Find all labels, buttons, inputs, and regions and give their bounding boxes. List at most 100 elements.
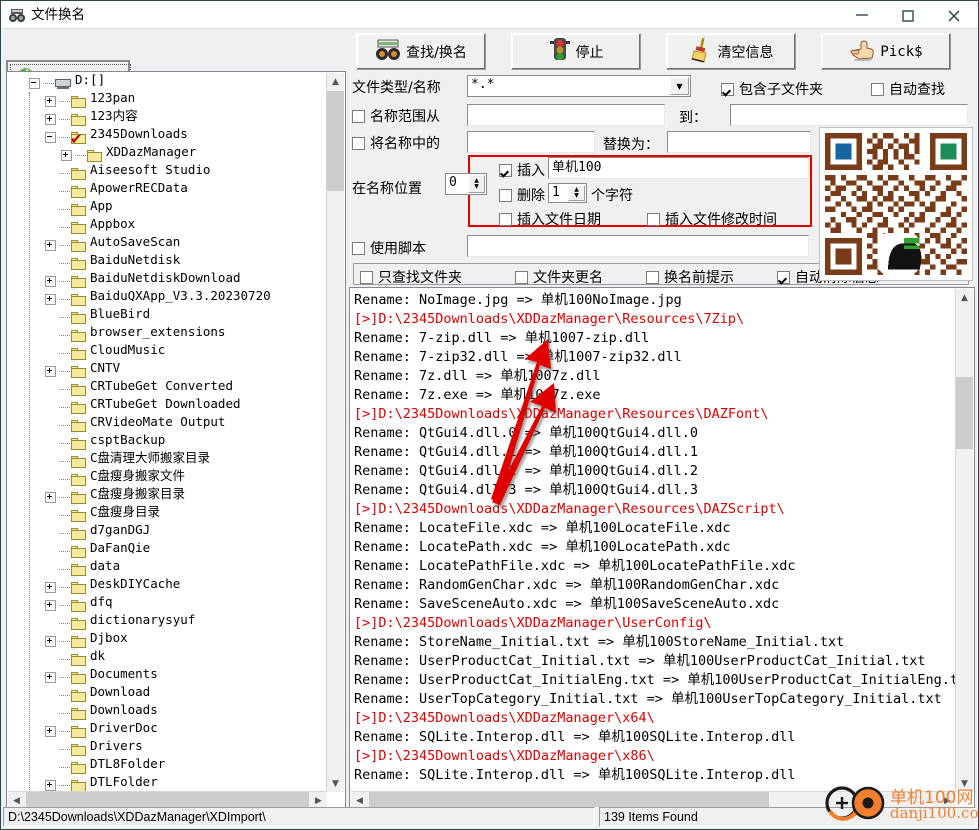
use-script-checkbox[interactable]: 使用脚本	[352, 238, 426, 258]
folder-icon	[71, 401, 86, 414]
name-range-from-input[interactable]	[467, 104, 665, 126]
folder-icon	[71, 113, 86, 126]
tree-row[interactable]: DTL8Folder	[7, 756, 327, 776]
tree-scroll-down-arrow[interactable]: ▼	[327, 775, 344, 792]
pick-button[interactable]: Pick$	[821, 33, 951, 70]
spinner-arrows-icon[interactable]: ▲ ▼	[468, 175, 485, 193]
include-subfolders-checkbox[interactable]: 包含子文件夹	[721, 79, 823, 99]
replace-in-name-input[interactable]	[467, 131, 595, 153]
rename-log-panel[interactable]: Rename: NoImage.jpg => 单机100NoImage.jpg …	[349, 287, 975, 811]
folder-icon	[71, 689, 86, 702]
tree-row-label: Download	[90, 684, 151, 699]
insert-checkbox[interactable]: 插入	[499, 160, 545, 180]
auto-find-checkbox[interactable]: 自动查找	[871, 79, 945, 99]
tree-row-label: 123pan	[90, 90, 136, 105]
expand-icon[interactable]	[45, 636, 56, 647]
tree-row[interactable]: DriverDoc	[7, 720, 327, 740]
find-rename-button[interactable]: 查找/换名	[356, 33, 486, 70]
only-find-folders-checkbox[interactable]: 只查找文件夹	[360, 267, 462, 287]
drive-icon	[55, 78, 71, 90]
expand-icon[interactable]	[45, 276, 56, 287]
collapse-icon[interactable]	[45, 132, 56, 143]
folder-tree-panel[interactable]: D:[] 123pan 123内容 ✔ 2345Downloads XDDazManage…	[6, 71, 346, 811]
tree-row[interactable]: browser_extensions	[7, 324, 327, 344]
checkbox-box	[352, 136, 365, 150]
tree-row[interactable]: DeskDIYCache	[7, 576, 327, 596]
spinner-arrows-icon[interactable]: ▲ ▼	[568, 185, 585, 201]
folder-tree[interactable]: D:[] 123pan 123内容 ✔ 2345Downloads XDDazManage…	[7, 72, 327, 810]
checkbox-box	[721, 82, 734, 96]
tree-row[interactable]: DaFanQie	[7, 540, 327, 560]
tree-row-label: DTL8Folder	[90, 756, 166, 771]
tree-row[interactable]: dictionarysyuf	[7, 612, 327, 632]
insert-text-input[interactable]: 单机100	[548, 157, 809, 179]
tree-row[interactable]: 123pan	[7, 90, 327, 110]
delete-label: 删除	[517, 188, 545, 204]
tree-vertical-scrollbar[interactable]: ▲ ▼	[326, 73, 344, 792]
find-rename-label: 查找/换名	[406, 44, 467, 61]
folder-icon	[71, 437, 86, 450]
tree-row[interactable]: C盘瘦身搬家目录	[7, 486, 327, 506]
use-script-input[interactable]	[467, 235, 809, 257]
tree-scroll-up-arrow[interactable]: ▲	[327, 73, 344, 90]
tree-row-root[interactable]: D:[]	[7, 72, 327, 92]
expand-icon[interactable]	[45, 114, 56, 125]
chevron-down-icon[interactable]: ▼	[670, 77, 689, 95]
tree-row[interactable]: Drivers	[7, 738, 327, 758]
folder-icon	[71, 599, 86, 612]
tree-scroll-thumb[interactable]	[327, 91, 344, 191]
stop-button[interactable]: 停止	[511, 33, 641, 70]
tree-row[interactable]: BaiduQXApp_V3.3.20230720	[7, 288, 327, 308]
tree-row[interactable]: App	[7, 198, 327, 218]
folder-icon	[71, 365, 86, 378]
tree-row[interactable]: C盘瘦身目录	[7, 504, 327, 524]
log-vertical-scrollbar[interactable]: ▲ ▼	[955, 289, 973, 792]
tree-row-label: Appbox	[90, 216, 136, 231]
tree-row[interactable]: Download	[7, 684, 327, 704]
insert-file-date-checkbox[interactable]: 插入文件日期	[499, 209, 601, 229]
tree-row[interactable]: dk	[7, 648, 327, 668]
expand-icon[interactable]	[45, 96, 56, 107]
insert-file-mtime-checkbox[interactable]: 插入文件修改时间	[647, 209, 777, 229]
replace-in-name-checkbox[interactable]: 将名称中的	[352, 133, 440, 153]
qr-code-image	[819, 127, 973, 281]
name-range-from-checkbox[interactable]: 名称范围从	[352, 106, 440, 126]
tree-row[interactable]: Documents	[7, 666, 327, 686]
prompt-before-rename-checkbox[interactable]: 换名前提示	[646, 267, 734, 287]
maximize-button[interactable]	[886, 1, 932, 28]
folder-rename-checkbox[interactable]: 文件夹更名	[515, 267, 603, 287]
expand-icon[interactable]	[61, 150, 72, 161]
expand-icon[interactable]	[45, 492, 56, 503]
expand-icon[interactable]	[45, 294, 56, 305]
tree-row[interactable]: Djbox	[7, 630, 327, 650]
tree-row[interactable]: CRVideoMate Output	[7, 414, 327, 434]
tree-row[interactable]: Downloads	[7, 702, 327, 722]
at-position-spinner[interactable]: 0 ▲ ▼	[445, 173, 487, 195]
tree-row-label: csptBackup	[90, 432, 166, 447]
tree-row[interactable]: d7ganDGJ	[7, 522, 327, 542]
collapse-icon[interactable]	[29, 78, 40, 89]
tree-row[interactable]: CloudMusic	[7, 342, 327, 362]
expand-icon[interactable]	[45, 366, 56, 377]
close-button[interactable]	[932, 1, 978, 28]
log-scroll-thumb[interactable]	[956, 377, 973, 449]
log-scroll-up-arrow[interactable]: ▲	[956, 289, 973, 306]
expand-icon[interactable]	[45, 780, 56, 791]
folder-icon	[71, 509, 86, 522]
tree-connector	[59, 334, 70, 337]
delete-count-spinner[interactable]: 1 ▲ ▼	[548, 183, 587, 203]
expand-icon[interactable]	[45, 600, 56, 611]
tree-connector	[59, 496, 70, 499]
expand-icon[interactable]	[45, 672, 56, 683]
delete-checkbox[interactable]: 删除	[499, 185, 545, 205]
folder-icon	[71, 293, 86, 306]
expand-icon[interactable]	[45, 240, 56, 251]
expand-icon[interactable]	[45, 726, 56, 737]
to-input[interactable]	[730, 104, 968, 126]
tree-row[interactable]: ApowerRECData	[7, 180, 327, 200]
minimize-button[interactable]	[840, 1, 886, 28]
filetype-combobox[interactable]: *.* ▼	[467, 75, 691, 97]
replace-with-input[interactable]	[667, 131, 811, 153]
expand-icon[interactable]	[45, 582, 56, 593]
clear-info-button[interactable]: 清空信息	[666, 33, 796, 70]
